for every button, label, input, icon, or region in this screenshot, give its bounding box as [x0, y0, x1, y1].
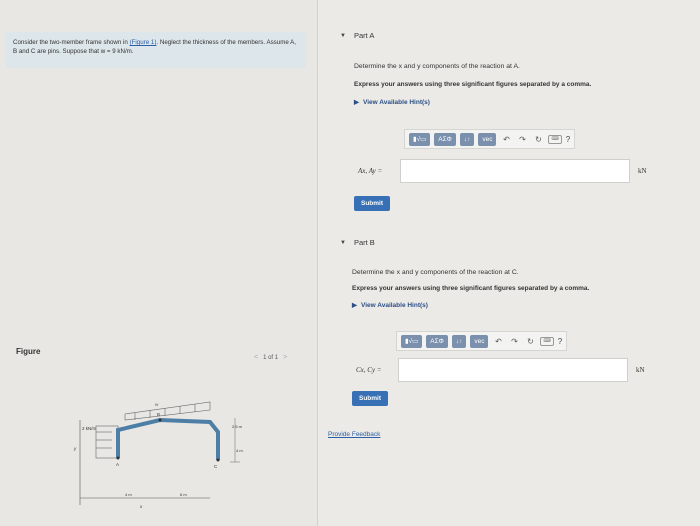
left-load-arrows	[95, 425, 119, 459]
part-a-header[interactable]: ▼ Part A	[340, 31, 374, 40]
pin-a	[116, 456, 120, 460]
dim-right-bottom: 4 m	[236, 448, 243, 453]
part-b-unit: kN	[636, 366, 645, 374]
part-b-instruction: Express your answers using three signifi…	[352, 285, 590, 292]
caret-down-icon: ▼	[340, 32, 346, 39]
load-left-text: 2 kN/m	[82, 426, 97, 431]
part-a-toolbar: ▮√▭ ΑΣΦ ↓↑ vec ↶ ↷ ↻ ⌨ ?	[404, 129, 576, 149]
reset-icon[interactable]: ↻	[524, 337, 536, 346]
help-icon[interactable]: ?	[558, 337, 562, 346]
keyboard-icon[interactable]: ⌨	[548, 134, 562, 144]
label-a: A	[116, 462, 119, 467]
dim-bottom-left: 4 m	[125, 492, 132, 497]
part-b-answer-input[interactable]	[398, 358, 628, 382]
part-a-answer-label: Ax, Ay =	[358, 167, 383, 175]
problem-text-before: Consider the two-member frame shown in	[13, 39, 130, 46]
part-b-submit-button[interactable]: Submit	[352, 391, 389, 406]
part-b-answer-row: Cx, Cy = kN	[356, 358, 645, 382]
left-pane: Consider the two-member frame shown in (…	[0, 0, 318, 526]
dim-bottom-right: 6 m	[180, 492, 187, 497]
triangle-right-icon: ▶	[354, 99, 359, 106]
part-a-title: Part A	[353, 31, 375, 40]
part-a-answer-input[interactable]	[400, 159, 630, 183]
pager-next-button[interactable]: >	[283, 354, 287, 361]
part-a-hint-link[interactable]: ▶ View Available Hint(s)	[354, 98, 430, 107]
axis-y-label: y	[73, 446, 77, 451]
undo-icon[interactable]: ↶	[500, 135, 512, 144]
redo-icon[interactable]: ↷	[508, 337, 520, 346]
label-c: C	[214, 464, 218, 469]
problem-statement: Consider the two-member frame shown in (…	[6, 32, 306, 68]
redo-icon[interactable]: ↷	[516, 135, 528, 144]
part-a-unit: kN	[638, 167, 647, 175]
frame-members	[116, 417, 220, 460]
reset-icon[interactable]: ↻	[532, 135, 544, 144]
keyboard-icon[interactable]: ⌨	[540, 336, 554, 346]
part-b-question: Determine the x and y components of the …	[352, 269, 519, 276]
part-b-title: Part B	[353, 238, 375, 247]
part-b-header[interactable]: ▼ Part B	[340, 238, 375, 247]
help-icon[interactable]: ?	[566, 135, 570, 144]
figure-label: Figure	[16, 347, 41, 356]
part-a-hint-text: View Available Hint(s)	[363, 98, 430, 106]
frame-figure: 2 kN/m w B A C 2.5 m 4 m 4 m 6 m y x	[73, 401, 243, 509]
greek-button[interactable]: ΑΣΦ	[434, 132, 456, 146]
axis-x-label: x	[139, 504, 143, 509]
templates-button[interactable]: ▮√▭	[401, 334, 423, 348]
provide-feedback-link[interactable]: Provide Feedback	[328, 431, 380, 438]
part-b-toolbar: ▮√▭ ΑΣΦ ↓↑ vec ↶ ↷ ↻ ⌨ ?	[396, 331, 568, 351]
triangle-right-icon: ▶	[352, 302, 357, 309]
templates-button[interactable]: ▮√▭	[409, 132, 431, 146]
load-top-text: w	[155, 403, 159, 408]
greek-button[interactable]: ΑΣΦ	[426, 334, 448, 348]
part-a-answer-row: Ax, Ay = kN	[358, 159, 647, 183]
part-b-answer-label: Cx, Cy =	[356, 366, 382, 374]
pin-c	[216, 458, 220, 462]
figure-link[interactable]: (Figure 1)	[130, 39, 157, 46]
arrows-button[interactable]: ↓↑	[451, 334, 467, 348]
figure-pager: < 1 of 1 >	[254, 354, 287, 361]
dim-right-top: 2.5 m	[232, 424, 243, 429]
pager-text: 1 of 1	[263, 354, 279, 361]
top-load-arrows	[124, 401, 211, 421]
part-a-question: Determine the x and y components of the …	[354, 63, 520, 70]
caret-down-icon: ▼	[340, 239, 346, 246]
vec-button[interactable]: vec	[470, 334, 489, 348]
part-a-instruction: Express your answers using three signifi…	[354, 81, 592, 88]
part-b-hint-text: View Available Hint(s)	[361, 301, 428, 309]
arrows-button[interactable]: ↓↑	[459, 132, 475, 146]
right-pane: ▼ Part A Determine the x and y component…	[318, 0, 700, 526]
part-a-submit-button[interactable]: Submit	[354, 196, 391, 211]
pager-prev-button[interactable]: <	[254, 354, 258, 361]
undo-icon[interactable]: ↶	[492, 337, 504, 346]
vec-button[interactable]: vec	[478, 132, 497, 146]
pin-b	[158, 418, 162, 422]
part-b-hint-link[interactable]: ▶ View Available Hint(s)	[352, 301, 428, 310]
label-b: B	[157, 412, 160, 417]
